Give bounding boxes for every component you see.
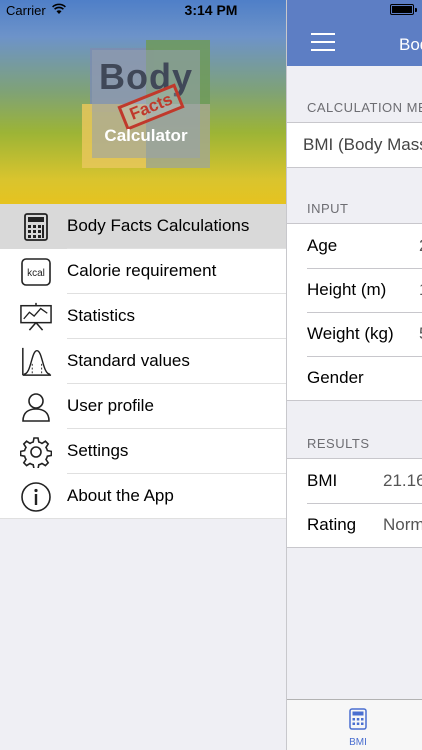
- menu-item-label: Calorie requirement: [67, 261, 217, 280]
- menu-header-banner: Body Facts Calculator: [0, 0, 286, 204]
- menu-item-statistics[interactable]: Statistics: [0, 294, 286, 339]
- results-section-header: RESULTS: [307, 436, 370, 451]
- menu-item-user-profile[interactable]: User profile: [0, 384, 286, 429]
- results-group: BMI 21.16 Rating Norm: [287, 458, 422, 548]
- tab-bmi[interactable]: BMI: [343, 708, 373, 748]
- menu-item-label: Standard values: [67, 351, 190, 370]
- gender-label: Gender: [307, 368, 364, 387]
- menu-list: Body Facts Calculations kcal Calorie req…: [0, 204, 286, 519]
- bmi-label: BMI: [307, 471, 338, 490]
- nav-title: Bod: [399, 35, 422, 54]
- age-label: Age: [307, 236, 338, 255]
- status-bar: Carrier 3:14 PM: [0, 0, 422, 20]
- weight-row[interactable]: Weight (kg) 5: [287, 312, 422, 356]
- side-menu: Body Facts Calculator Body Facts Calcula…: [0, 0, 286, 750]
- kcal-icon: kcal: [20, 256, 52, 288]
- age-row[interactable]: Age 2: [287, 224, 422, 268]
- logo-calculator-text: Calculator: [104, 126, 188, 145]
- menu-item-label: Statistics: [67, 306, 136, 325]
- menu-item-label: About the App: [67, 486, 174, 505]
- logo-body-text: Body: [99, 56, 193, 97]
- menu-item-about-the-app[interactable]: About the App: [0, 474, 286, 519]
- hamburger-menu-icon[interactable]: [311, 33, 335, 51]
- menu-item-settings[interactable]: Settings: [0, 429, 286, 474]
- gear-icon: [20, 436, 52, 468]
- bmi-calculator-view: Bod CALCULATION MET BMI (Body Mass INPUT…: [286, 0, 422, 750]
- tab-bmi-label: BMI: [349, 737, 367, 748]
- menu-item-standard-values[interactable]: Standard values: [0, 339, 286, 384]
- input-group: Age 2 Height (m) 1 Weight (kg) 5 Gender: [287, 223, 422, 401]
- info-icon: [20, 481, 52, 513]
- battery-icon: [390, 4, 417, 15]
- bmi-value: 21.16: [383, 471, 422, 490]
- weight-label: Weight (kg): [307, 324, 394, 343]
- app-logo: Body Facts Calculator: [82, 40, 210, 168]
- calculation-method-header: CALCULATION MET: [307, 100, 422, 115]
- calculator-icon: [20, 211, 52, 243]
- rating-value: Norm: [383, 515, 422, 534]
- menu-item-calorie-requirement[interactable]: kcal Calorie requirement: [0, 249, 286, 294]
- menu-item-label: Body Facts Calculations: [67, 216, 250, 235]
- bell-curve-icon: [20, 346, 52, 378]
- calculator-tab-icon: [349, 708, 367, 730]
- rating-result-row: Rating Norm: [287, 503, 422, 547]
- gender-row[interactable]: Gender: [287, 356, 422, 400]
- input-section-header: INPUT: [307, 201, 349, 216]
- menu-item-label: User profile: [67, 396, 154, 415]
- menu-item-label: Settings: [67, 441, 129, 460]
- calculation-method-value: BMI (Body Mass: [303, 135, 422, 154]
- clock: 3:14 PM: [184, 2, 238, 18]
- user-icon: [20, 391, 52, 423]
- tab-bar: BMI: [287, 699, 422, 750]
- menu-item-body-facts-calculations[interactable]: Body Facts Calculations: [0, 204, 286, 249]
- calculation-method-selector[interactable]: BMI (Body Mass: [287, 122, 422, 168]
- height-row[interactable]: Height (m) 1: [287, 268, 422, 312]
- chart-board-icon: [20, 301, 52, 333]
- bmi-result-row: BMI 21.16: [287, 459, 422, 503]
- height-label: Height (m): [307, 280, 387, 299]
- svg-text:kcal: kcal: [27, 268, 45, 279]
- rating-label: Rating: [307, 515, 357, 534]
